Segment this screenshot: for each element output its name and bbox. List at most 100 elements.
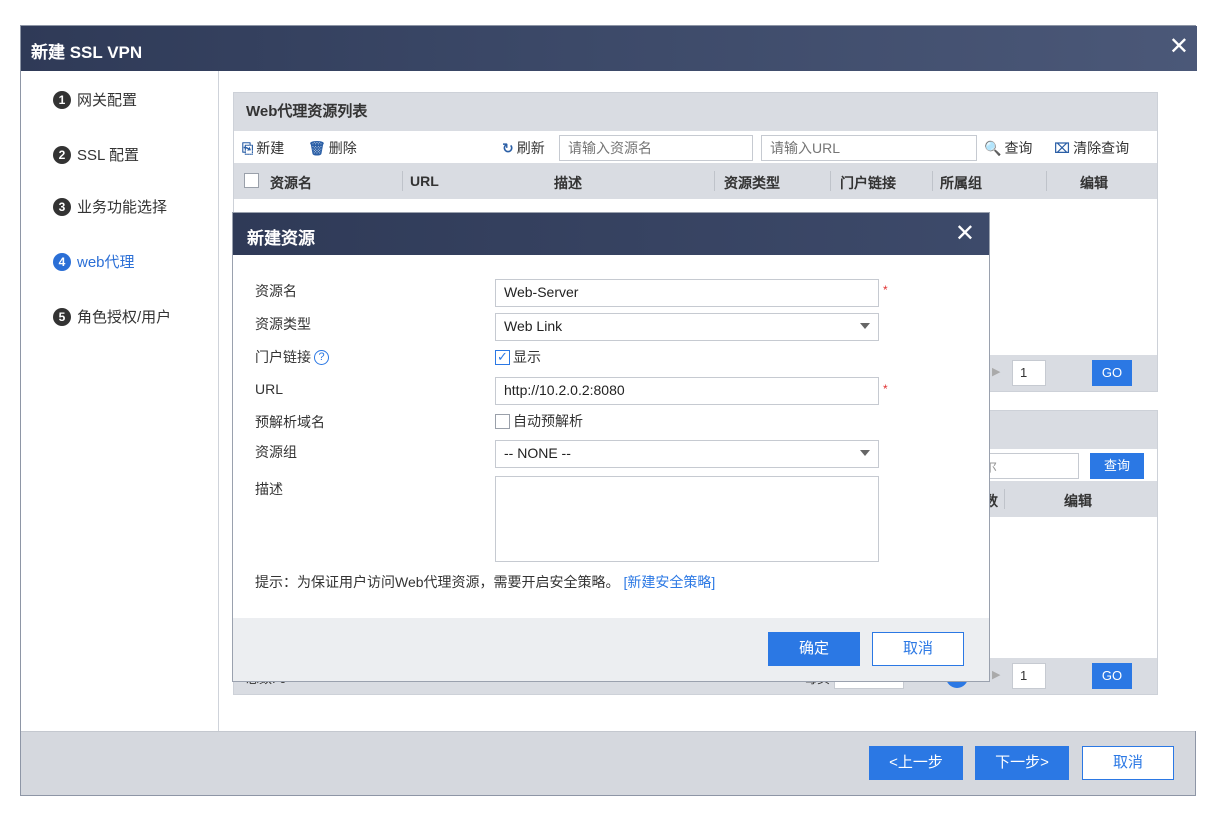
checkmark-icon: ✓ (495, 349, 510, 365)
tip-text: 提示：为保证用户访问Web代理资源，需要开启安全策略。 (255, 574, 620, 590)
type-label: 资源类型 (255, 316, 311, 332)
col-url: URL (410, 173, 439, 189)
url-search-input[interactable] (761, 135, 977, 161)
step-label: web代理 (77, 254, 135, 271)
group-label: 资源组 (255, 444, 297, 460)
chevron-down-icon (860, 323, 870, 329)
resource-table-header: 资源名 URL 描述 资源类型 门户链接 所属组 编辑 (234, 163, 1157, 199)
delete-resource-button[interactable]: 🗑 删除 (308, 138, 357, 158)
url-label: URL (255, 381, 284, 397)
panel-title: Web代理资源列表 (234, 93, 1157, 131)
dialog-title: 新建资源 (247, 229, 315, 248)
wizard-steps-sidebar: 1 网关配置 2 SSL 配置 3 业务功能选择 4 web代理 5 角色授权/… (21, 71, 219, 731)
step-number: 2 (53, 145, 71, 164)
description-textarea[interactable] (495, 476, 879, 562)
step-number: 1 (53, 90, 71, 109)
cancel-wizard-button[interactable]: 取消 (1082, 746, 1174, 780)
new-resource-dialog: 新建资源 ✕ 资源名 Web-Server * 资源类型 Web Link 门户… (233, 213, 989, 681)
required-mark: * (883, 283, 888, 297)
required-mark: * (883, 382, 888, 396)
refresh-button[interactable]: ↻ 刷新 (502, 138, 545, 158)
resource-toolbar: ⎘ 新建 🗑 删除 ↻ 刷新 🔍 查询 ⌧ 清除查询 (234, 131, 1157, 163)
col-divider (1046, 171, 1047, 191)
new-security-policy-link[interactable]: [新建安全策略] (623, 574, 715, 590)
col-divider (402, 171, 403, 191)
wizard-footer: <上一步 下一步> 取消 (21, 731, 1195, 795)
page-input[interactable]: 1 (1012, 663, 1046, 689)
clear-filter-icon: ⌧ (1054, 139, 1071, 156)
next-page-icon[interactable]: ▶ (992, 365, 1000, 378)
help-icon[interactable]: ? (314, 349, 329, 365)
dialog-titlebar: 新建资源 ✕ (233, 213, 989, 255)
confirm-button[interactable]: 确定 (768, 632, 860, 666)
portal-check-label: 显示 (513, 349, 541, 365)
step-label: 网关配置 (77, 92, 138, 109)
resource-group-select[interactable]: -- NONE -- (495, 440, 879, 468)
refresh-label: 刷新 (516, 140, 545, 156)
new-resource-button[interactable]: ⎘ 新建 (242, 138, 284, 158)
close-icon[interactable]: ✕ (1169, 32, 1189, 61)
url-input[interactable]: http://10.2.0.2:8080 (495, 377, 879, 405)
chevron-down-icon (860, 450, 870, 456)
step-web-proxy[interactable]: 4 web代理 (53, 251, 135, 272)
col-divider (830, 171, 831, 191)
auto-preresolve-checkbox[interactable]: 自动预解析 (495, 411, 583, 431)
second-search-input[interactable]: 尔 (974, 453, 1079, 479)
step-number: 5 (53, 307, 71, 326)
query-label: 查询 (1004, 140, 1033, 156)
search-icon: 🔍 (984, 139, 1002, 156)
next-page-icon[interactable]: ▶ (992, 668, 1000, 681)
col-type: 资源类型 (724, 175, 780, 191)
resource-name-input[interactable]: Web-Server (495, 279, 879, 307)
dialog-footer: 确定 取消 (233, 618, 989, 681)
portal-label-wrap: 门户链接 ? (255, 347, 329, 367)
window-title: 新建 SSL VPN (31, 43, 143, 62)
query-button[interactable]: 🔍 查询 (984, 138, 1032, 158)
step-ssl-config[interactable]: 2 SSL 配置 (53, 144, 139, 165)
col-name: 资源名 (270, 175, 312, 191)
step-feature-select[interactable]: 3 业务功能选择 (53, 196, 167, 217)
clear-query-button[interactable]: ⌧ 清除查询 (1054, 138, 1129, 158)
step-role-auth[interactable]: 5 角色授权/用户 (53, 306, 171, 327)
go-button[interactable]: GO (1092, 360, 1132, 386)
window-titlebar: 新建 SSL VPN ✕ (21, 26, 1197, 71)
clear-query-label: 清除查询 (1073, 140, 1130, 156)
col-desc: 描述 (554, 175, 582, 191)
select-all-checkbox[interactable] (244, 173, 259, 188)
step-label: 业务功能选择 (77, 199, 168, 216)
checkbox-empty (495, 413, 510, 429)
step-number: 4 (53, 252, 71, 271)
col-edit: 编辑 (1064, 493, 1092, 509)
resource-type-value: Web Link (504, 318, 563, 334)
next-step-button[interactable]: 下一步> (975, 746, 1069, 780)
col-group: 所属组 (940, 175, 982, 191)
go-button[interactable]: GO (1092, 663, 1132, 689)
prev-step-button[interactable]: <上一步 (869, 746, 963, 780)
page-input[interactable]: 1 (1012, 360, 1046, 386)
cancel-dialog-button[interactable]: 取消 (872, 632, 964, 666)
col-divider (1004, 489, 1005, 509)
step-gateway-config[interactable]: 1 网关配置 (53, 89, 137, 110)
preresolve-label: 预解析域名 (255, 414, 325, 430)
col-edit: 编辑 (1080, 175, 1108, 191)
portal-label: 门户链接 (255, 349, 311, 365)
close-icon[interactable]: ✕ (955, 219, 975, 248)
col-portal: 门户链接 (840, 175, 896, 191)
col-divider (932, 171, 933, 191)
resource-group-value: -- NONE -- (504, 445, 571, 461)
preresolve-check-label: 自动预解析 (513, 413, 583, 429)
delete-label: 删除 (328, 140, 357, 156)
second-query-button[interactable]: 查询 (1090, 453, 1144, 479)
new-icon: ⎘ (242, 139, 254, 156)
step-label: SSL 配置 (77, 147, 139, 164)
portal-show-checkbox[interactable]: ✓ 显示 (495, 347, 541, 367)
name-label: 资源名 (255, 283, 297, 299)
step-label: 角色授权/用户 (77, 309, 172, 326)
security-policy-tip: 提示：为保证用户访问Web代理资源，需要开启安全策略。 [新建安全策略] (255, 572, 715, 592)
resource-type-select[interactable]: Web Link (495, 313, 879, 341)
trash-icon: 🗑 (308, 139, 326, 156)
desc-label: 描述 (255, 481, 283, 497)
step-number: 3 (53, 197, 71, 216)
resource-name-search-input[interactable] (559, 135, 753, 161)
refresh-icon: ↻ (502, 139, 514, 156)
